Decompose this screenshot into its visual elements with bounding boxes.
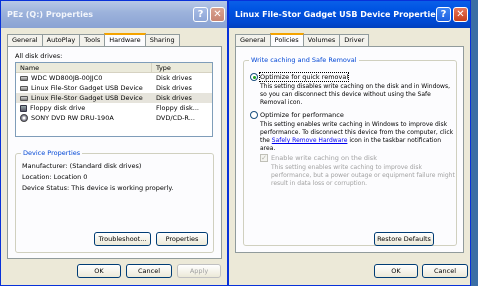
quick-removal-description: This setting disables write caching on t… <box>260 83 450 106</box>
left-cancel-button[interactable]: Cancel <box>126 264 172 278</box>
location-text: Location: Location 0 <box>22 173 88 181</box>
write-caching-title: Write caching and Safe Removal <box>249 56 359 64</box>
device-name: WDC WD800JB-00JJC0 <box>31 74 103 82</box>
troubleshoot-button[interactable]: Troubleshoot... <box>94 232 151 246</box>
enable-write-cache-checkbox: ✓ <box>260 154 268 162</box>
quick-removal-label[interactable]: Optimize for quick removal <box>258 72 350 82</box>
device-name: Linux File-Stor Gadget USB Device <box>31 84 143 92</box>
right-ok-button[interactable]: OK <box>374 264 418 278</box>
left-help-icon[interactable]: ? <box>193 7 208 22</box>
right-close-icon[interactable]: ✕ <box>453 7 468 22</box>
device-type: Disk drives <box>156 84 192 92</box>
left-ok-button[interactable]: OK <box>77 264 121 278</box>
list-item[interactable]: WDC WD800JB-00JJC0 Disk drives <box>16 73 212 83</box>
hard-disk-icon <box>20 95 28 101</box>
right-window-title: Linux File-Stor Gadget USB Device Proper… <box>235 10 436 19</box>
list-item[interactable]: Linux File-Stor Gadget USB Device Disk d… <box>16 83 212 93</box>
quick-removal-radio[interactable] <box>250 73 258 81</box>
left-title-bar[interactable]: PEz (Q:) Properties ? ✕ <box>1 1 227 28</box>
dvd-drive-icon <box>20 114 28 122</box>
properties-button[interactable]: Properties <box>156 232 208 246</box>
device-name: Linux File-Stor Gadget USB Device <box>31 94 143 102</box>
tab-general[interactable]: General <box>235 34 271 46</box>
right-help-icon[interactable]: ? <box>436 7 451 22</box>
floppy-drive-icon <box>20 104 27 112</box>
device-name: SONY DVD RW DRU-190A <box>31 114 114 122</box>
device-list[interactable]: Name Type WDC WD800JB-00JJC0 Disk drives… <box>15 62 213 137</box>
performance-radio[interactable] <box>250 111 258 119</box>
tab-volumes[interactable]: Volumes <box>302 34 341 46</box>
list-item-selected[interactable]: Linux File-Stor Gadget USB Device Disk d… <box>16 93 212 103</box>
right-title-bar[interactable]: Linux File-Stor Gadget USB Device Proper… <box>229 1 470 28</box>
enable-write-cache-label: Enable write caching on the disk <box>271 154 377 162</box>
device-status-text: Device Status: This device is working pr… <box>22 184 174 192</box>
hard-disk-icon <box>20 75 28 81</box>
tab-general[interactable]: General <box>7 34 43 46</box>
device-type: Disk drives <box>156 94 192 102</box>
device-list-header: Name Type <box>16 63 212 73</box>
column-header-type[interactable]: Type <box>152 63 212 72</box>
write-caching-group: Write caching and Safe Removal Optimize … <box>243 56 457 246</box>
performance-label[interactable]: Optimize for performance <box>260 111 344 119</box>
tab-policies[interactable]: Policies <box>269 33 304 46</box>
all-disk-drives-label: All disk drives: <box>15 52 63 60</box>
left-close-icon[interactable]: ✕ <box>210 7 225 22</box>
tab-sharing[interactable]: Sharing <box>144 34 180 46</box>
device-name: Floppy disk drive <box>30 104 86 112</box>
safely-remove-hardware-link[interactable]: Safely Remove Hardware <box>272 137 348 144</box>
device-type: Disk drives <box>156 74 192 82</box>
performance-description: This setting enables write caching in Wi… <box>260 121 456 153</box>
right-cancel-button[interactable]: Cancel <box>422 264 468 278</box>
desktop-background <box>471 0 478 286</box>
tab-hardware[interactable]: Hardware <box>104 33 146 46</box>
drive-properties-window: PEz (Q:) Properties ? ✕ General AutoPlay… <box>0 0 228 286</box>
column-header-name[interactable]: Name <box>16 63 152 72</box>
usb-device-properties-window: Linux File-Stor Gadget USB Device Proper… <box>228 0 471 286</box>
device-type: DVD/CD-R... <box>156 114 195 122</box>
list-item[interactable]: SONY DVD RW DRU-190A DVD/CD-R... <box>16 113 212 123</box>
manufacturer-text: Manufacturer: (Standard disk drives) <box>22 162 142 170</box>
hard-disk-icon <box>20 85 28 91</box>
apply-button: Apply <box>177 264 221 278</box>
left-tab-strip: General AutoPlay Tools Hardware Sharing <box>7 33 180 46</box>
left-window-title: PEz (Q:) Properties <box>7 10 94 19</box>
right-tab-strip: General Policies Volumes Driver <box>235 33 370 46</box>
tab-driver[interactable]: Driver <box>339 34 370 46</box>
tab-tools[interactable]: Tools <box>79 34 106 46</box>
list-item[interactable]: Floppy disk drive Floppy disk... <box>16 103 212 113</box>
enable-write-cache-description: This setting enables write caching to im… <box>271 164 455 187</box>
device-properties-title: Device Properties <box>21 149 83 157</box>
device-type: Floppy disk... <box>156 104 199 112</box>
tab-autoplay[interactable]: AutoPlay <box>41 34 81 46</box>
restore-defaults-button[interactable]: Restore Defaults <box>374 232 434 246</box>
